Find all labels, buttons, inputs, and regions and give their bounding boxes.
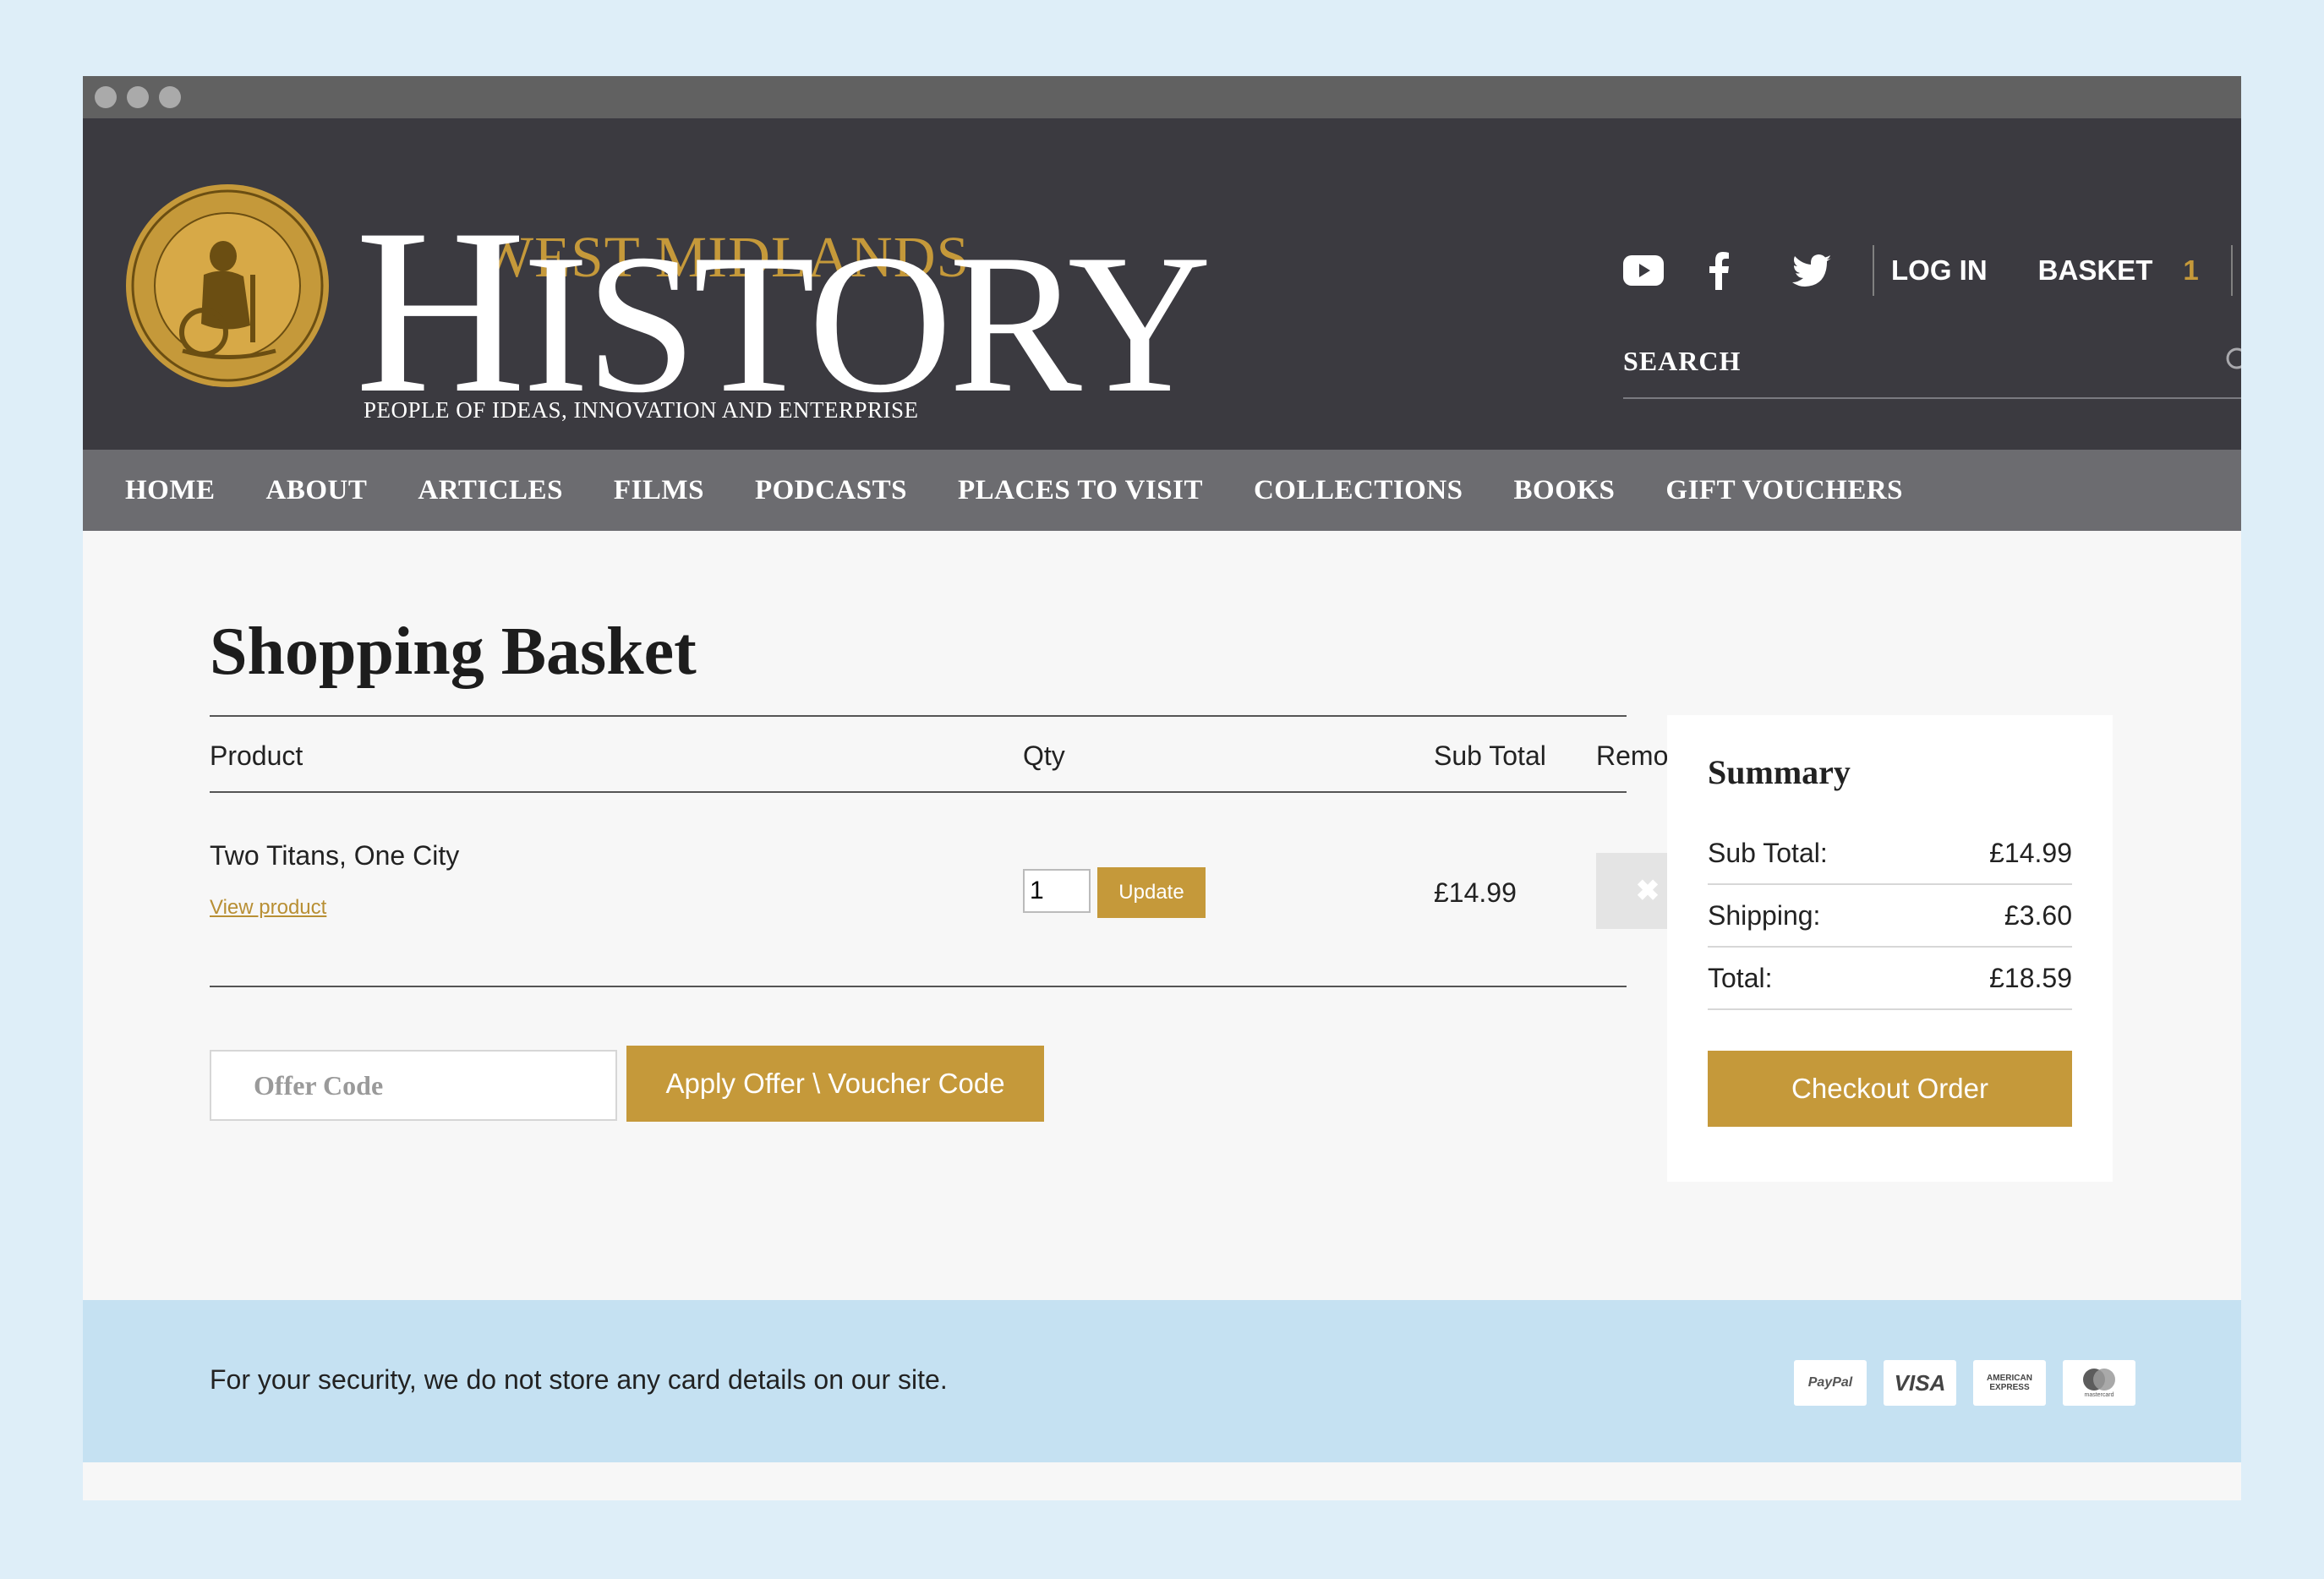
logo-tagline: PEOPLE OF IDEAS, INNOVATION AND ENTERPRI… bbox=[364, 397, 919, 423]
minimize-window-button[interactable] bbox=[127, 86, 149, 108]
visa-label: VISA bbox=[1894, 1369, 1946, 1396]
maximize-window-button[interactable] bbox=[159, 86, 181, 108]
header-divider bbox=[1873, 245, 1874, 296]
table-header: Product Qty Sub Total Remove bbox=[210, 715, 1697, 793]
nav-item-podcasts[interactable]: PODCASTS bbox=[755, 475, 907, 506]
nav-item-books[interactable]: BOOKS bbox=[1514, 475, 1616, 506]
summary-subtotal-label: Sub Total: bbox=[1708, 837, 1828, 868]
update-quantity-button[interactable]: Update bbox=[1097, 867, 1206, 918]
nav-item-articles[interactable]: ARTICLES bbox=[418, 475, 563, 506]
basket-link[interactable]: BASKET bbox=[2038, 254, 2153, 287]
nav-item-collections[interactable]: COLLECTIONS bbox=[1254, 475, 1463, 506]
browser-window: WEST MIDLANDS HISTORY PEOPLE OF IDEAS, I… bbox=[83, 76, 2241, 1500]
summary-rows: Sub Total: £14.99 Shipping: £3.60 Total:… bbox=[1708, 822, 2072, 1010]
checkout-button[interactable]: Checkout Order bbox=[1708, 1051, 2072, 1127]
search-icon[interactable] bbox=[2223, 345, 2241, 379]
mastercard-icon: mastercard bbox=[2063, 1360, 2135, 1406]
view-product-link[interactable]: View product bbox=[210, 896, 326, 920]
facebook-icon[interactable] bbox=[1708, 245, 1792, 296]
search-input[interactable] bbox=[1623, 340, 2198, 382]
apply-offer-button[interactable]: Apply Offer \ Voucher Code bbox=[626, 1046, 1044, 1122]
nav-item-home[interactable]: HOME bbox=[125, 475, 216, 506]
column-header-product: Product bbox=[210, 740, 303, 771]
offer-code-input[interactable] bbox=[210, 1050, 617, 1121]
close-icon: ✖ bbox=[1635, 875, 1660, 907]
logo-wordmark[interactable]: HISTORY bbox=[355, 193, 1211, 429]
mastercard-circles-icon bbox=[2083, 1369, 2115, 1391]
paypal-icon: PayPal bbox=[1794, 1360, 1867, 1406]
seal-logo-icon[interactable] bbox=[123, 182, 331, 390]
header-divider-right bbox=[2230, 245, 2233, 296]
social-links bbox=[1623, 245, 1877, 296]
summary-total-value: £18.59 bbox=[1989, 962, 2072, 993]
quantity-input[interactable] bbox=[1023, 869, 1091, 913]
summary-total-row: Total: £18.59 bbox=[1708, 948, 2072, 1010]
summary-subtotal-value: £14.99 bbox=[1989, 837, 2072, 868]
amex-label: AMERICAN EXPRESS bbox=[1987, 1374, 2032, 1392]
nav-item-about[interactable]: ABOUT bbox=[266, 475, 368, 506]
window-titlebar bbox=[83, 76, 2241, 118]
security-footer: For your security, we do not store any c… bbox=[83, 1300, 2241, 1462]
header-actions: LOG IN BASKET 1 bbox=[1623, 240, 2241, 301]
twitter-icon[interactable] bbox=[1792, 245, 1877, 296]
basket-count-badge[interactable]: 1 bbox=[2183, 254, 2198, 287]
product-name: Two Titans, One City bbox=[210, 840, 460, 871]
main-nav: HOME ABOUT ARTICLES FILMS PODCASTS PLACE… bbox=[83, 450, 2241, 531]
column-header-subtotal: Sub Total bbox=[1434, 740, 1546, 771]
page-title: Shopping Basket bbox=[210, 615, 697, 689]
nav-item-gift-vouchers[interactable]: GIFT VOUCHERS bbox=[1665, 475, 1903, 506]
login-link[interactable]: LOG IN bbox=[1891, 254, 1988, 287]
security-notice: For your security, we do not store any c… bbox=[210, 1364, 948, 1395]
paypal-label: PayPal bbox=[1807, 1375, 1853, 1390]
summary-shipping-value: £3.60 bbox=[2004, 899, 2072, 931]
close-window-button[interactable] bbox=[95, 86, 117, 108]
site-header: WEST MIDLANDS HISTORY PEOPLE OF IDEAS, I… bbox=[83, 118, 2241, 450]
table-row: Two Titans, One City View product Update… bbox=[210, 793, 1699, 987]
summary-subtotal-row: Sub Total: £14.99 bbox=[1708, 822, 2072, 885]
order-summary: Summary Sub Total: £14.99 Shipping: £3.6… bbox=[1667, 715, 2113, 1182]
summary-title: Summary bbox=[1708, 753, 1851, 791]
summary-total-label: Total: bbox=[1708, 962, 1773, 993]
summary-shipping-row: Shipping: £3.60 bbox=[1708, 885, 2072, 948]
column-header-qty: Qty bbox=[1023, 740, 1065, 771]
nav-item-places-to-visit[interactable]: PLACES TO VISIT bbox=[958, 475, 1203, 506]
summary-shipping-label: Shipping: bbox=[1708, 899, 1821, 931]
mastercard-label: mastercard bbox=[2084, 1392, 2114, 1398]
amex-icon: AMERICAN EXPRESS bbox=[1973, 1360, 2046, 1406]
payment-methods: PayPal VISA AMERICAN EXPRESS mastercard bbox=[1794, 1360, 2135, 1406]
youtube-icon[interactable] bbox=[1623, 245, 1708, 296]
search-bar bbox=[1623, 328, 2241, 399]
basket-table: Product Qty Sub Total Remove Two Titans,… bbox=[210, 715, 1699, 987]
visa-icon: VISA bbox=[1884, 1360, 1956, 1406]
basket-page: Shopping Basket Product Qty Sub Total Re… bbox=[83, 531, 2241, 1300]
nav-item-films[interactable]: FILMS bbox=[614, 475, 704, 506]
item-subtotal: £14.99 bbox=[1434, 877, 1517, 908]
